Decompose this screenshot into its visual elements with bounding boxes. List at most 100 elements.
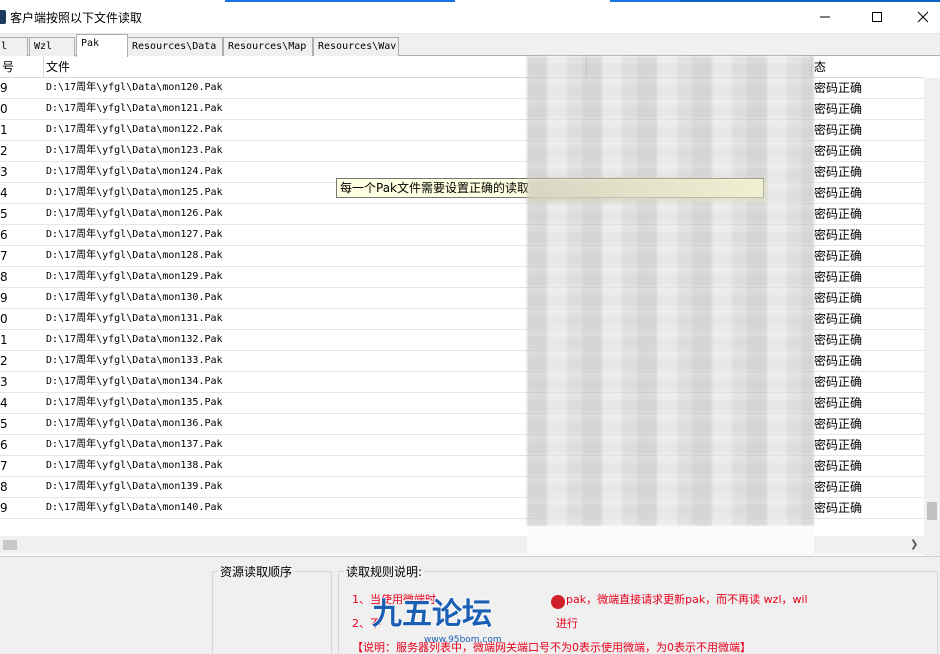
row-file-path: D:\17周年\yfgl\Data\mon129.Pak [46, 271, 223, 282]
maximize-button[interactable] [854, 0, 900, 34]
tab-wzl[interactable]: Wzl [29, 37, 75, 56]
title-bar: 客户端按照以下文件读取 [0, 0, 940, 34]
tab-label: Resources\Wav [318, 41, 397, 52]
rules-title: 读取规则说明: [344, 563, 425, 580]
row-index: 1 [0, 123, 8, 137]
row-status: 密码正确 [814, 396, 863, 410]
row-status: 密码正确 [814, 354, 863, 368]
close-icon [917, 11, 929, 23]
tab-bar: l Wzl Pak Resources\Data Resources\Map R… [0, 34, 940, 57]
row-index: 4 [0, 186, 8, 200]
row-index: 2 [0, 144, 8, 158]
row-index: 8 [0, 480, 8, 494]
tab-resources-data[interactable]: Resources\Data [127, 37, 223, 56]
vertical-scrollbar[interactable] [924, 78, 940, 556]
tab-label: l [1, 41, 8, 52]
maximize-icon [872, 12, 882, 22]
row-file-path: D:\17周年\yfgl\Data\mon139.Pak [46, 481, 223, 492]
close-button[interactable] [900, 0, 940, 34]
row-file-path: D:\17周年\yfgl\Data\mon136.Pak [46, 418, 223, 429]
resource-order-title: 资源读取顺序 [218, 563, 295, 580]
row-index: 8 [0, 270, 8, 284]
tooltip-text: 每一个Pak文件需要设置正确的读取 [340, 181, 530, 195]
tab-l[interactable]: l [0, 37, 28, 56]
app-icon [0, 10, 6, 24]
row-index: 5 [0, 207, 8, 221]
row-index: 1 [0, 333, 8, 347]
resource-order-group [212, 571, 332, 654]
redacted-area [527, 56, 814, 526]
row-index: 3 [0, 375, 8, 389]
row-file-path: D:\17周年\yfgl\Data\mon132.Pak [46, 334, 223, 345]
row-status: 密码正确 [814, 459, 863, 473]
row-status: 密码正确 [814, 186, 863, 200]
row-status: 密码正确 [814, 291, 863, 305]
row-file-path: D:\17周年\yfgl\Data\mon130.Pak [46, 292, 223, 303]
row-index: 9 [0, 501, 8, 515]
row-file-path: D:\17周年\yfgl\Data\mon133.Pak [46, 355, 223, 366]
row-status: 密码正确 [814, 417, 863, 431]
redacted-area [527, 178, 767, 202]
row-status: 密码正确 [814, 165, 863, 179]
row-index: 4 [0, 396, 8, 410]
tab-label: Resources\Data [132, 41, 217, 52]
row-index: 6 [0, 438, 8, 452]
row-file-path: D:\17周年\yfgl\Data\mon140.Pak [46, 502, 223, 513]
watermark-url: www.95bom.com [424, 635, 502, 645]
tab-label: Pak [81, 38, 100, 49]
row-index: 7 [0, 249, 8, 263]
rule-1-end: pak，微端直接请求更新pak，而不再读 wzl，wil [566, 593, 808, 606]
row-index: 9 [0, 81, 8, 95]
watermark-badge-icon [551, 595, 565, 609]
row-status: 密码正确 [814, 207, 863, 221]
column-header-index[interactable]: 号 [0, 56, 44, 78]
row-index: 5 [0, 417, 8, 431]
tab-pak[interactable]: Pak [76, 34, 128, 57]
row-file-path: D:\17周年\yfgl\Data\mon128.Pak [46, 250, 223, 261]
row-index: 7 [0, 459, 8, 473]
minimize-button[interactable] [802, 0, 848, 34]
row-file-path: D:\17周年\yfgl\Data\mon121.Pak [46, 103, 223, 114]
row-status: 密码正确 [814, 270, 863, 284]
row-status: 密码正确 [814, 480, 863, 494]
row-status: 密码正确 [814, 228, 863, 242]
window-title: 客户端按照以下文件读取 [10, 11, 143, 25]
scroll-right-icon[interactable]: ❯ [910, 539, 918, 550]
row-index: 0 [0, 312, 8, 326]
row-status: 密码正确 [814, 102, 863, 116]
row-index: 2 [0, 354, 8, 368]
minimize-icon [820, 16, 830, 18]
tab-resources-map[interactable]: Resources\Map [223, 37, 313, 56]
row-status: 密码正确 [814, 123, 863, 137]
watermark-text: 九五论坛 [372, 597, 492, 632]
top-accent-bar [610, 0, 680, 2]
row-file-path: D:\17周年\yfgl\Data\mon135.Pak [46, 397, 223, 408]
tab-resources-wav[interactable]: Resources\Wav [313, 37, 399, 56]
row-index: 9 [0, 291, 8, 305]
row-status: 密码正确 [814, 249, 863, 263]
row-file-path: D:\17周年\yfgl\Data\mon134.Pak [46, 376, 223, 387]
row-status: 密码正确 [814, 81, 863, 95]
forum-watermark-logo: 九五论坛 www.95bom.com [371, 595, 565, 645]
row-status: 密码正确 [814, 333, 863, 347]
row-status: 密码正确 [814, 501, 863, 515]
row-file-path: D:\17周年\yfgl\Data\mon122.Pak [46, 124, 223, 135]
row-status: 密码正确 [814, 438, 863, 452]
row-status: 密码正确 [814, 375, 863, 389]
row-status: 密码正确 [814, 312, 863, 326]
row-file-path: D:\17周年\yfgl\Data\mon123.Pak [46, 145, 223, 156]
row-index: 3 [0, 165, 8, 179]
scroll-left-button[interactable] [3, 540, 17, 550]
row-file-path: D:\17周年\yfgl\Data\mon131.Pak [46, 313, 223, 324]
row-status: 密码正确 [814, 144, 863, 158]
tab-label: Wzl [34, 41, 53, 52]
row-file-path: D:\17周年\yfgl\Data\mon120.Pak [46, 82, 223, 93]
column-header-file[interactable]: 文件 [44, 56, 587, 78]
row-file-path: D:\17周年\yfgl\Data\mon126.Pak [46, 208, 223, 219]
top-accent-bar [225, 0, 455, 2]
vertical-scroll-thumb[interactable] [927, 502, 937, 520]
row-index: 0 [0, 102, 8, 116]
row-file-path: D:\17周年\yfgl\Data\mon137.Pak [46, 439, 223, 450]
row-index: 6 [0, 228, 8, 242]
column-header-status[interactable]: 态 [812, 56, 924, 78]
